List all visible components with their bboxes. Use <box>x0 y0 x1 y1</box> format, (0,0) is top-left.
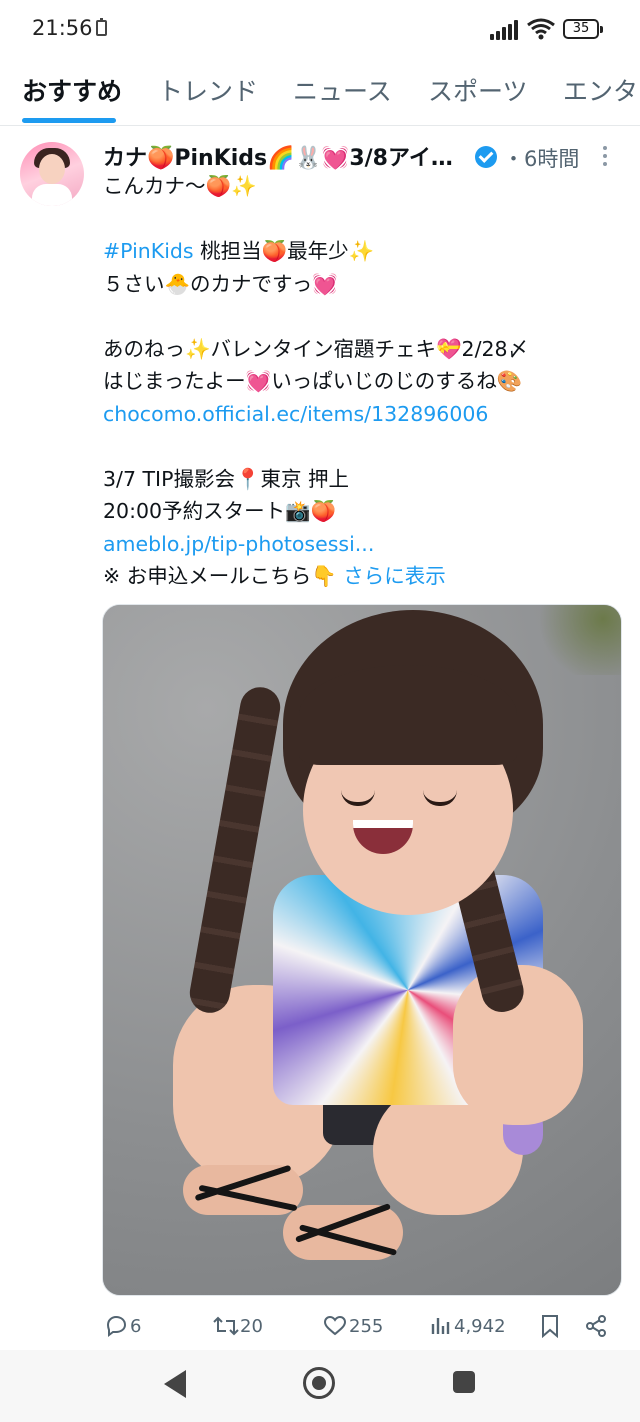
active-tab-indicator <box>22 118 116 123</box>
bookmark-button[interactable] <box>540 1306 564 1346</box>
tweet-line: ５さい🐣のカナですっ💓 <box>103 271 338 296</box>
share-button[interactable] <box>584 1306 610 1346</box>
tab-recommended[interactable]: おすすめ <box>22 72 122 108</box>
retweet-button[interactable]: 20 <box>212 1306 272 1346</box>
clipboard-icon <box>96 18 107 36</box>
tweet-line: こんカナ〜🍑✨ <box>103 174 257 198</box>
tweet-line: はじまったよー💓いっぱいじのじのするね🎨 <box>103 369 523 393</box>
bookmark-icon <box>542 1315 558 1338</box>
display-name[interactable]: カナ🍑PinKids🌈🐰💓3/8アイ… <box>103 140 453 172</box>
tweet-text: こんカナ〜🍑✨ #PinKids 桃担当🍑最年少✨ ５さい🐣のカナですっ💓 あの… <box>103 170 623 593</box>
battery-icon: 35 <box>563 19 603 39</box>
recent-apps-icon[interactable] <box>453 1371 475 1393</box>
tweet-line: 3/7 TIP撮影会📍東京 押上 <box>103 466 349 491</box>
retweet-icon <box>213 1316 239 1336</box>
like-button[interactable]: 255 <box>323 1306 393 1346</box>
signal-icon <box>490 20 520 40</box>
reply-icon <box>106 1315 127 1337</box>
timeline-tabs: おすすめ トレンド ニュース スポーツ エンタ… <box>0 62 640 126</box>
hashtag-link[interactable]: #PinKids <box>103 239 194 263</box>
tweet-line: ※ お申込メールこちら👇 さらに表示 <box>103 564 446 588</box>
tweet-line: あのねっ✨バレンタイン宿題チェキ💝2/28〆 <box>103 336 529 361</box>
share-icon <box>586 1315 606 1337</box>
tab-entertainment[interactable]: エンタ… <box>563 72 640 108</box>
tweet-header: カナ🍑PinKids🌈🐰💓3/8アイ… ・6時間 <box>103 140 623 174</box>
tab-sports[interactable]: スポーツ <box>428 72 528 108</box>
tab-news[interactable]: ニュース <box>293 72 392 108</box>
url-link[interactable]: ameblo.jp/tip-photosessi... <box>103 528 623 561</box>
home-icon[interactable] <box>303 1367 335 1399</box>
tweet-photo[interactable] <box>102 604 622 1296</box>
tab-trending[interactable]: トレンド <box>158 72 258 108</box>
reply-button[interactable]: 6 <box>104 1306 154 1346</box>
status-bar: 21:56 35 <box>0 0 640 60</box>
show-more-link[interactable]: さらに表示 <box>343 564 446 588</box>
tweet-timestamp[interactable]: ・6時間 <box>503 143 579 173</box>
avatar[interactable] <box>20 142 84 206</box>
verified-badge-icon <box>475 146 497 168</box>
views-button[interactable]: 4,942 <box>430 1306 510 1346</box>
heart-icon <box>323 1315 347 1336</box>
wifi-icon <box>527 18 555 40</box>
url-link[interactable]: chocomo.official.ec/items/132896006 <box>103 398 623 431</box>
tweet-line: 20:00予約スタート📸🍑 <box>103 499 337 523</box>
clock: 21:56 <box>32 16 93 40</box>
tweet-line: #PinKids 桃担当🍑最年少✨ <box>103 239 375 263</box>
tweet-actions: 6 20 255 4,942 <box>0 1306 640 1346</box>
system-nav-bar <box>0 1350 640 1422</box>
back-icon[interactable] <box>164 1370 186 1398</box>
views-icon <box>431 1318 450 1334</box>
more-icon[interactable] <box>602 146 608 170</box>
